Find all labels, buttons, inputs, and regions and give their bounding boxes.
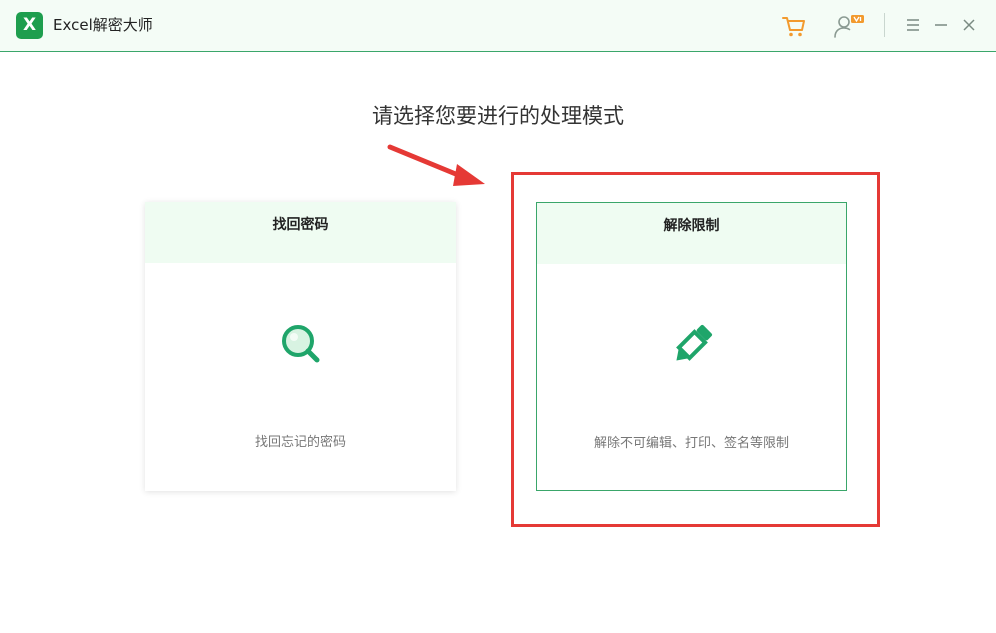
close-icon[interactable] (960, 16, 978, 34)
menu-icon[interactable] (904, 16, 922, 34)
card-title: 解除限制 (537, 203, 846, 264)
page-heading: 请选择您要进行的处理模式 (372, 104, 624, 128)
cart-icon[interactable] (780, 12, 808, 40)
card-description: 解除不可编辑、打印、签名等限制 (593, 436, 789, 451)
annotation-arrow-icon (387, 144, 485, 186)
magnifier-icon (281, 325, 319, 363)
app-window: X Excel解密大师 请选择您要进行的处理模式 找回密码 找回忘记的密码 解除… (0, 0, 996, 633)
card-description: 找回忘记的密码 (254, 435, 346, 450)
card-title: 找回密码 (145, 202, 456, 263)
excel-logo-icon: X (16, 12, 43, 39)
title-bar: X Excel解密大师 (0, 0, 996, 52)
title-bar-divider (884, 13, 885, 37)
app-title: Excel解密大师 (53, 16, 153, 34)
minimize-icon[interactable] (932, 16, 950, 34)
recover-password-card[interactable]: 找回密码 找回忘记的密码 (145, 202, 456, 491)
remove-restrictions-card[interactable]: 解除限制 解除不可编辑、打印、签名等限制 (536, 202, 847, 491)
user-vip-icon[interactable] (832, 12, 866, 40)
pencil-icon (675, 324, 712, 361)
